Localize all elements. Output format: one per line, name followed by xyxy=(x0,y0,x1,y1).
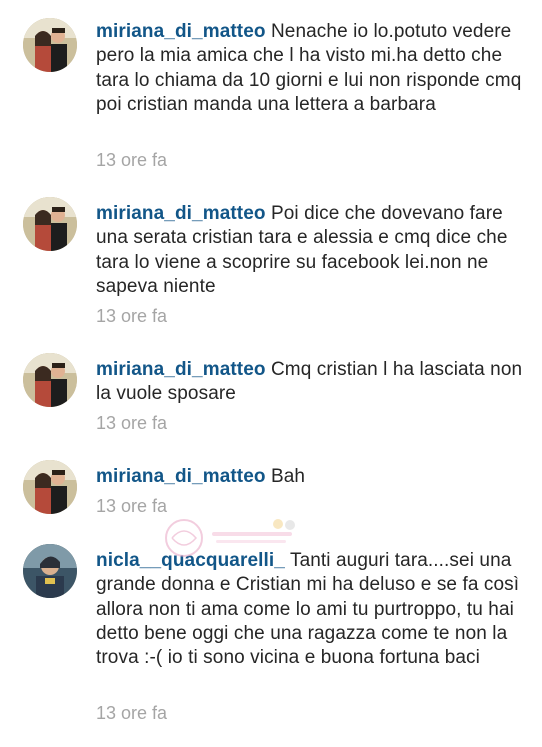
username-link[interactable]: nicla__quacquarelli_ xyxy=(96,550,285,571)
timestamp[interactable]: 13 ore fa xyxy=(96,413,167,434)
comment-item: miriana_di_matteo Nenache io lo.potuto v… xyxy=(0,0,542,180)
avatar[interactable] xyxy=(23,197,77,251)
avatar[interactable] xyxy=(23,544,77,598)
comment-text-block: miriana_di_matteo Poi dice che dovevano … xyxy=(96,202,526,299)
avatar[interactable] xyxy=(23,353,77,407)
timestamp[interactable]: 13 ore fa xyxy=(96,150,167,171)
timestamp[interactable]: 13 ore fa xyxy=(96,703,167,724)
comment-item: miriana_di_matteo Bah 13 ore fa xyxy=(0,450,542,535)
comment-text-block: miriana_di_matteo Bah xyxy=(96,465,526,489)
username-link[interactable]: miriana_di_matteo xyxy=(96,203,266,224)
username-link[interactable]: miriana_di_matteo xyxy=(96,21,266,42)
username-link[interactable]: miriana_di_matteo xyxy=(96,359,266,380)
timestamp[interactable]: 13 ore fa xyxy=(96,496,167,517)
comment-item: miriana_di_matteo Poi dice che dovevano … xyxy=(0,180,542,340)
avatar[interactable] xyxy=(23,460,77,514)
comment-text-block: miriana_di_matteo Cmq cristian l ha lasc… xyxy=(96,358,526,407)
comment-item: nicla__quacquarelli_ Tanti auguri tara..… xyxy=(0,535,542,747)
comment-body: Bah xyxy=(270,466,306,487)
comment-text-block: nicla__quacquarelli_ Tanti auguri tara..… xyxy=(96,549,526,670)
timestamp[interactable]: 13 ore fa xyxy=(96,306,167,327)
avatar[interactable] xyxy=(23,18,77,72)
comment-text-block: miriana_di_matteo Nenache io lo.potuto v… xyxy=(96,20,526,117)
comment-item: miriana_di_matteo Cmq cristian l ha lasc… xyxy=(0,340,542,450)
username-link[interactable]: miriana_di_matteo xyxy=(96,466,266,487)
